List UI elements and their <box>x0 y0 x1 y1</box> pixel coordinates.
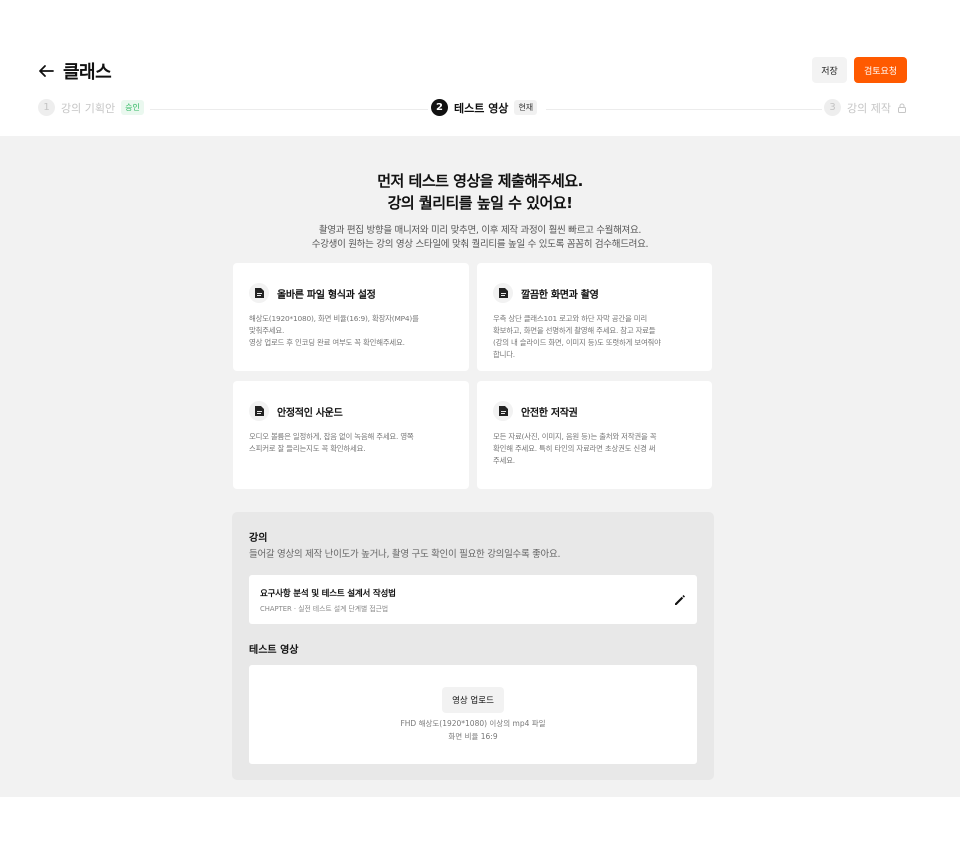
headline-line: 강의 퀄리티를 높일 수 있어요! <box>387 194 573 212</box>
top-header: 클래스 저장 검토요청 1 강의 기획안 승인 2 테스트 영상 현재 3 강의… <box>0 0 960 136</box>
status-badge: 현재 <box>514 100 538 115</box>
card-body: 모든 자료(사진, 이미지, 음원 등)는 출처와 저작권을 꼭 확인해 주세요.… <box>493 432 657 465</box>
guide-card: 안정적인 사운드 오디오 볼륨은 일정하게, 잡음 없이 녹음해 주세요. 영쪽… <box>233 381 469 489</box>
step-number: 3 <box>824 99 841 116</box>
document-icon <box>493 401 513 421</box>
page-title: 클래스 <box>63 62 112 83</box>
back-nav[interactable]: 클래스 <box>37 58 112 84</box>
subtext-line: 촬영과 편집 방향을 매니저와 미리 맞추면, 이후 제작 과정이 훨씬 빠르고… <box>318 225 642 236</box>
review-request-button[interactable]: 검토요청 <box>854 57 907 83</box>
step-test-video[interactable]: 2 테스트 영상 현재 <box>431 99 538 116</box>
test-video-label: 테스트 영상 <box>249 645 299 656</box>
card-body: 해상도(1920*1080), 화면 비율(16:9), 확장자(MP4)를 맞춰… <box>249 314 419 347</box>
step-label: 테스트 영상 <box>454 101 509 115</box>
guide-card: 올바른 파일 형식과 설정 해상도(1920*1080), 화면 비율(16:9… <box>233 263 469 371</box>
chapter-subtitle: CHAPTER · 실전 테스트 설계 단계별 접근법 <box>260 605 389 613</box>
upload-dropzone[interactable]: 영상 업로드 FHD 해상도(1920*1080) 이상의 mp4 파일 화면 … <box>249 665 697 764</box>
upload-hint: FHD 해상도(1920*1080) 이상의 mp4 파일 <box>400 719 546 728</box>
card-title: 안전한 저작권 <box>521 407 578 419</box>
lecture-description: 들어갈 영상의 제작 난이도가 높거나, 촬영 구도 확인이 필요한 강의일수록… <box>249 549 561 560</box>
step-label: 강의 제작 <box>847 101 891 115</box>
intro-subtext: 촬영과 편집 방향을 매니저와 미리 맞추면, 이후 제작 과정이 훨씬 빠르고… <box>0 224 960 252</box>
document-icon <box>249 401 269 421</box>
step-production: 3 강의 제작 <box>824 99 907 116</box>
step-planning[interactable]: 1 강의 기획안 승인 <box>38 99 144 116</box>
stepper: 1 강의 기획안 승인 2 테스트 영상 현재 3 강의 제작 <box>38 99 908 119</box>
chapter-title: 요구사항 분석 및 테스트 설계서 작성법 <box>260 589 396 599</box>
card-body: 우측 상단 클래스101 로고와 하단 자막 공간을 미리 확보하고, 화면을 선… <box>493 314 661 359</box>
lock-icon <box>897 103 906 113</box>
upload-hint: 화면 비율 16:9 <box>448 732 498 741</box>
arrow-left-icon[interactable] <box>37 62 55 80</box>
chapter-selector[interactable]: 요구사항 분석 및 테스트 설계서 작성법 CHAPTER · 실전 테스트 설… <box>249 575 697 624</box>
card-title: 깔끔한 화면과 촬영 <box>521 289 599 301</box>
status-badge: 승인 <box>121 100 144 115</box>
step-label: 강의 기획안 <box>61 101 116 115</box>
card-title: 올바른 파일 형식과 설정 <box>277 289 376 301</box>
document-icon <box>493 283 513 303</box>
subtext-line: 수강생이 원하는 강의 영상 스타일에 맞춰 퀄리티를 높일 수 있도록 꼼꼼히… <box>311 239 649 250</box>
card-body: 오디오 볼륨은 일정하게, 잡음 없이 녹음해 주세요. 영쪽 스피커로 잘 들리… <box>249 432 414 453</box>
intro-headline: 먼저 테스트 영상을 제출해주세요. 강의 퀄리티를 높일 수 있어요! <box>0 170 960 214</box>
document-icon <box>249 283 269 303</box>
step-number: 2 <box>431 99 448 116</box>
pencil-icon[interactable] <box>673 593 687 607</box>
card-title: 안정적인 사운드 <box>277 407 343 419</box>
step-connector <box>150 109 428 110</box>
upload-video-button[interactable]: 영상 업로드 <box>442 687 504 713</box>
step-connector <box>546 109 822 110</box>
guide-card: 안전한 저작권 모든 자료(사진, 이미지, 음원 등)는 출처와 저작권을 꼭… <box>477 381 712 489</box>
guide-card: 깔끔한 화면과 촬영 우측 상단 클래스101 로고와 하단 자막 공간을 미리… <box>477 263 712 371</box>
save-button[interactable]: 저장 <box>812 57 847 83</box>
step-number: 1 <box>38 99 55 116</box>
headline-line: 먼저 테스트 영상을 제출해주세요. <box>377 172 583 190</box>
lecture-label: 강의 <box>249 533 268 544</box>
